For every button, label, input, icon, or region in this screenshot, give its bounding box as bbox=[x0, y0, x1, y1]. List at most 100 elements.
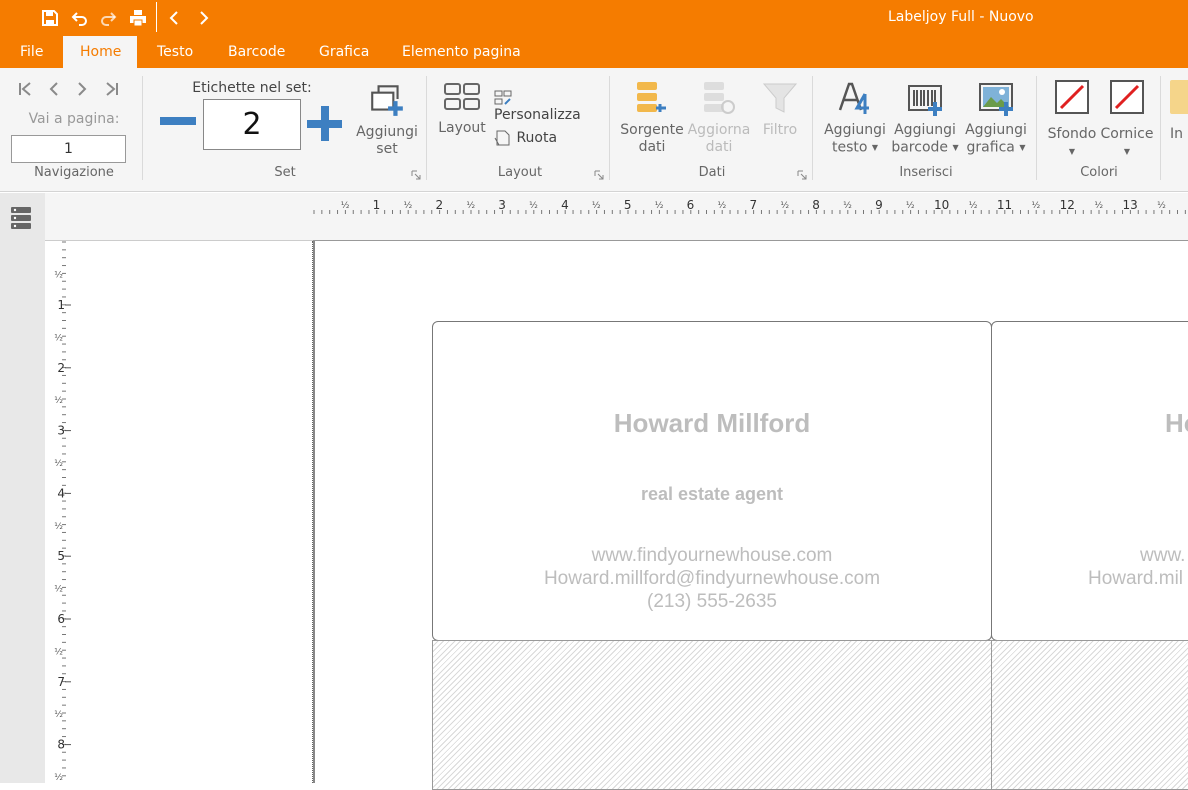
margin-area bbox=[71, 241, 313, 783]
add-barcode-label-line1: Aggiungi bbox=[894, 122, 956, 138]
group-label-colori: Colori bbox=[1080, 165, 1118, 180]
dropdown-caret-icon: ▼ bbox=[1123, 147, 1131, 156]
ruler-half: ½ bbox=[718, 201, 727, 211]
layers-icon[interactable] bbox=[8, 204, 34, 230]
expand-icon[interactable] bbox=[411, 170, 421, 180]
add-text-button[interactable]: Aggiungi testo ▼ bbox=[820, 80, 890, 157]
last-page-icon[interactable] bbox=[100, 80, 122, 103]
expand-icon[interactable] bbox=[594, 170, 604, 180]
redo-icon[interactable] bbox=[96, 6, 120, 30]
prev-page-icon[interactable] bbox=[44, 80, 64, 103]
filter-icon bbox=[762, 83, 798, 113]
plus-icon[interactable] bbox=[307, 106, 342, 141]
ruler-number: 8 bbox=[57, 738, 65, 752]
ruler-half: ½ bbox=[54, 459, 63, 469]
ruler-corner bbox=[45, 193, 313, 241]
ruler-number: 1 bbox=[57, 298, 65, 312]
tab-grafica[interactable]: Grafica bbox=[302, 36, 386, 68]
customize-button[interactable]: Personalizza bbox=[494, 90, 602, 124]
ruler-number: 3 bbox=[57, 424, 65, 438]
data-source-icon bbox=[637, 82, 666, 112]
background-color-button[interactable]: Sfondo ▼ bbox=[1044, 80, 1100, 160]
unused-label-area bbox=[991, 640, 1188, 790]
add-set-label-line2: set bbox=[376, 141, 398, 157]
minus-icon[interactable] bbox=[160, 117, 196, 125]
group-label-set: Set bbox=[274, 165, 296, 180]
first-page-icon[interactable] bbox=[16, 80, 36, 103]
group-separator bbox=[426, 76, 427, 180]
ruler-half: ½ bbox=[466, 201, 475, 211]
ruler-half: ½ bbox=[404, 201, 413, 211]
label-email[interactable]: Howard.millford@findyurnewhouse.com bbox=[433, 568, 991, 590]
page-input[interactable] bbox=[11, 135, 126, 163]
add-text-label-line2: testo bbox=[831, 139, 868, 156]
ruler-half: ½ bbox=[54, 710, 63, 720]
customize-label: Personalizza bbox=[494, 107, 581, 123]
ruler-number: 8 bbox=[812, 198, 820, 212]
label-email[interactable]: Howard.mil bbox=[1088, 568, 1183, 590]
label-name[interactable]: Howard Millford bbox=[433, 408, 991, 439]
tab-elemento-pagina[interactable]: Elemento pagina bbox=[385, 36, 538, 68]
ruler-number: 13 bbox=[1122, 198, 1137, 212]
print-icon[interactable] bbox=[126, 6, 150, 30]
ruler-number: 9 bbox=[875, 198, 883, 212]
forward-icon[interactable] bbox=[191, 6, 215, 30]
ruler-half: ½ bbox=[1157, 201, 1166, 211]
ruler-half: ½ bbox=[54, 333, 63, 343]
add-barcode-label-line2: barcode bbox=[891, 139, 949, 156]
undo-icon[interactable] bbox=[68, 6, 92, 30]
label-card[interactable]: Ho www. Howard.mil bbox=[991, 321, 1188, 641]
add-barcode-button[interactable]: Aggiungi barcode ▼ bbox=[890, 80, 960, 157]
ruler-half: ½ bbox=[843, 201, 852, 211]
label-role[interactable]: real estate agent bbox=[433, 484, 991, 505]
data-source-label-line2: dati bbox=[638, 139, 666, 155]
update-data-button[interactable]: Aggiorna dati bbox=[685, 80, 753, 156]
add-graphic-button[interactable]: Aggiungi grafica ▼ bbox=[961, 80, 1031, 157]
border-color-button[interactable]: Cornice ▼ bbox=[1099, 80, 1155, 160]
set-count-input[interactable] bbox=[203, 99, 301, 150]
add-text-label-line1: Aggiungi bbox=[824, 122, 886, 138]
update-data-label-line1: Aggiorna bbox=[687, 122, 751, 138]
add-set-button[interactable]: Aggiungi set bbox=[352, 80, 422, 158]
vertical-ruler: 1 ½ 2 ½ 3 ½ 4 ½ 5 ½ 6 ½ 7 ½ 8 ½ ½ bbox=[45, 241, 71, 783]
filter-label: Filtro bbox=[762, 122, 798, 138]
group-separator bbox=[609, 76, 610, 180]
menu-bar: File Home Testo Barcode Grafica Elemento… bbox=[0, 36, 1188, 68]
layout-button[interactable]: Layout bbox=[436, 82, 488, 137]
label-card[interactable]: Howard Millford real estate agent www.fi… bbox=[432, 321, 992, 641]
add-graphic-label-line2: grafica bbox=[966, 139, 1015, 156]
ruler-number: 7 bbox=[749, 198, 757, 212]
group-separator bbox=[142, 76, 143, 180]
tab-file[interactable]: File bbox=[3, 36, 60, 68]
dropdown-caret-icon: ▼ bbox=[1068, 147, 1076, 156]
page-label: Vai a pagina: bbox=[28, 111, 120, 127]
border-label: Cornice bbox=[1100, 126, 1154, 142]
ruler-number: 4 bbox=[561, 198, 569, 212]
tab-home[interactable]: Home bbox=[63, 36, 137, 68]
rotate-button[interactable]: Ruota bbox=[494, 129, 602, 147]
ruler-number: 2 bbox=[435, 198, 443, 212]
label-name[interactable]: Ho bbox=[1165, 408, 1188, 439]
back-icon[interactable] bbox=[163, 6, 187, 30]
data-source-button[interactable]: Sorgente dati bbox=[617, 80, 687, 156]
label-website[interactable]: www.findyournewhouse.com bbox=[433, 545, 991, 567]
label-phone[interactable]: (213) 555-2635 bbox=[433, 591, 991, 613]
dropdown-caret-icon: ▼ bbox=[871, 143, 879, 152]
save-icon[interactable] bbox=[38, 6, 62, 30]
label-canvas: Howard Millford real estate agent www.fi… bbox=[313, 241, 1188, 790]
tab-testo[interactable]: Testo bbox=[140, 36, 210, 68]
tab-barcode[interactable]: Barcode bbox=[211, 36, 302, 68]
insert-more-button[interactable]: In bbox=[1170, 80, 1188, 143]
update-data-label-line2: dati bbox=[705, 139, 733, 155]
group-label-inserisci: Inserisci bbox=[899, 165, 953, 180]
dropdown-caret-icon: ▼ bbox=[952, 143, 959, 152]
expand-icon[interactable] bbox=[797, 170, 807, 180]
filter-button[interactable]: Filtro bbox=[756, 80, 804, 139]
group-separator bbox=[1036, 76, 1037, 180]
rotate-icon bbox=[494, 130, 510, 146]
next-page-icon[interactable] bbox=[72, 80, 92, 103]
label-website[interactable]: www. bbox=[1140, 545, 1185, 567]
horizontal-ruler: 1 ½ 2 ½ 3 ½ 4 ½ 5 ½ 6 ½ 7 ½ 8 ½ 9 ½ 10 ½ 11 ½ 12 ½ 13 ½ ½ bbox=[313, 193, 1188, 241]
ruler-half: ½ bbox=[1094, 201, 1103, 211]
ribbon: Vai a pagina: Navigazione Etichette nel … bbox=[0, 68, 1188, 192]
